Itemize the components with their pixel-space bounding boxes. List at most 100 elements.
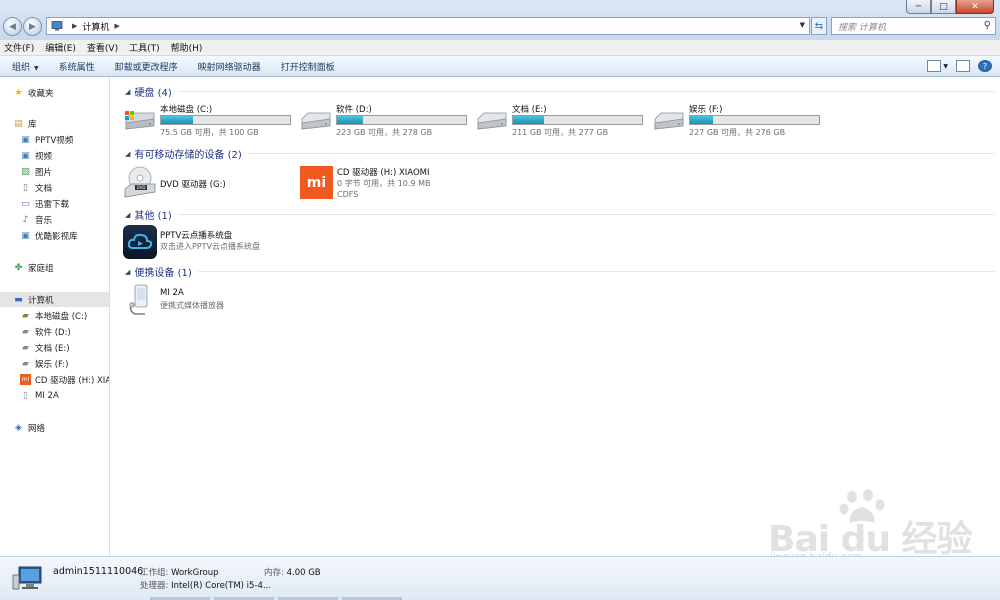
- network-icon: ◈: [15, 422, 22, 433]
- hard-drive-icon: ▰: [22, 326, 29, 337]
- breadcrumb-computer[interactable]: 计算机: [82, 20, 109, 33]
- sidebar-item-network[interactable]: ◈ 网络: [0, 420, 109, 435]
- menu-view[interactable]: 查看(V): [87, 41, 118, 54]
- map-drive-button[interactable]: 映射网络驱动器: [198, 60, 261, 73]
- sidebar-item-label: 图片: [35, 167, 53, 178]
- file-view: ◢ 硬盘 (4) 本地磁盘 (C:) 75.5 GB 可用，共 100 GB 软…: [111, 77, 1000, 556]
- sidebar-item-pictures[interactable]: ▨ 图片: [0, 164, 109, 179]
- sidebar-item-label: 软件 (D:): [35, 327, 71, 338]
- details-pane: admin1511110046 工作组: WorkGroup 内存: 4.00 …: [0, 556, 1000, 600]
- sidebar-item-drive-c[interactable]: ▰ 本地磁盘 (C:): [0, 308, 109, 323]
- drive-f[interactable]: 娱乐 (F:) 227 GB 可用，共 276 GB: [652, 103, 822, 137]
- search-input[interactable]: 搜索 计算机 ⚲: [831, 17, 996, 35]
- sidebar-item-documents[interactable]: ▯ 文档: [0, 180, 109, 195]
- memory-value: 4.00 GB: [286, 568, 321, 578]
- collapse-arrow-icon[interactable]: ◢: [125, 88, 130, 96]
- document-icon: ▯: [23, 182, 28, 193]
- computer-name: admin1511110046: [53, 566, 144, 577]
- maximize-button[interactable]: □: [931, 0, 956, 14]
- preview-pane-icon[interactable]: [956, 60, 970, 72]
- collapse-arrow-icon[interactable]: ◢: [125, 150, 130, 158]
- collapse-arrow-icon[interactable]: ◢: [125, 211, 130, 219]
- homegroup-icon: ✤: [14, 262, 23, 273]
- search-icon[interactable]: ⚲: [984, 20, 991, 31]
- sidebar-item-homegroup[interactable]: ✤ 家庭组: [0, 260, 109, 275]
- workgroup-info: 工作组: WorkGroup: [140, 566, 218, 578]
- back-button[interactable]: ◀: [3, 17, 22, 36]
- organize-button[interactable]: 组织 ▼: [12, 60, 39, 73]
- sidebar-item-youku[interactable]: ▣ 优酷影视库: [0, 228, 109, 243]
- sidebar-item-pptv-video[interactable]: ▣ PPTV视频: [0, 132, 109, 147]
- star-icon: ★: [14, 87, 23, 98]
- view-mode-icon[interactable]: [927, 60, 942, 72]
- sidebar-item-thunder-downloads[interactable]: ▭ 迅雷下载: [0, 196, 109, 211]
- video-icon: ▣: [21, 150, 30, 161]
- sidebar-item-drive-d[interactable]: ▰ 软件 (D:): [0, 324, 109, 339]
- menu-edit[interactable]: 编辑(E): [45, 41, 76, 54]
- drive-space-info: 223 GB 可用，共 278 GB: [336, 128, 433, 137]
- pptv-cloud-disk[interactable]: PPTV云点播系统盘 双击进入PPTV云点播系统盘: [123, 224, 323, 260]
- sidebar-item-computer[interactable]: ▬ 计算机: [0, 292, 109, 307]
- chevron-down-icon[interactable]: ▼: [943, 63, 948, 70]
- help-icon[interactable]: ?: [978, 60, 992, 72]
- uninstall-button[interactable]: 卸载或更改程序: [115, 60, 178, 73]
- media-player-icon: [129, 284, 148, 315]
- item-description: 双击进入PPTV云点播系统盘: [160, 242, 261, 251]
- chevron-down-icon: ▼: [34, 64, 39, 72]
- menu-tools[interactable]: 工具(T): [129, 41, 160, 54]
- item-name: DVD 驱动器 (G:): [160, 180, 226, 190]
- cd-drive-h-xiaomi[interactable]: mi CD 驱动器 (H:) XIAOMI 0 字节 可用，共 10.9 MB …: [300, 165, 500, 201]
- group-header-removable[interactable]: ◢ 有可移动存储的设备 (2): [125, 146, 995, 161]
- drive-usage-bar: [689, 115, 820, 125]
- drive-c[interactable]: 本地磁盘 (C:) 75.5 GB 可用，共 100 GB: [123, 103, 293, 137]
- minimize-button[interactable]: ─: [906, 0, 931, 14]
- window-controls: ─ □ ✕: [906, 0, 994, 14]
- menu-help[interactable]: 帮助(H): [171, 41, 203, 54]
- drive-d[interactable]: 软件 (D:) 223 GB 可用，共 278 GB: [299, 103, 469, 137]
- mi2a-device[interactable]: MI 2A 便携式媒体播放器: [123, 283, 323, 319]
- system-properties-button[interactable]: 系统属性: [59, 60, 95, 73]
- group-header-other[interactable]: ◢ 其他 (1): [125, 207, 995, 222]
- workgroup-label: 工作组:: [140, 568, 169, 578]
- sidebar-item-label: 娱乐 (F:): [35, 359, 69, 370]
- dvd-drive-g[interactable]: DVD DVD 驱动器 (G:): [123, 165, 263, 201]
- forward-button[interactable]: ▶: [23, 17, 42, 36]
- breadcrumb-separator[interactable]: ▶: [114, 22, 119, 30]
- music-icon: ♪: [22, 214, 29, 225]
- drive-space-info: 211 GB 可用，共 277 GB: [512, 128, 609, 137]
- sidebar-item-mi2a[interactable]: ▯ MI 2A: [0, 388, 109, 403]
- sidebar-item-music[interactable]: ♪ 音乐: [0, 212, 109, 227]
- address-bar[interactable]: ▶ 计算机 ▶ ▼: [46, 17, 810, 35]
- control-panel-button[interactable]: 打开控制面板: [281, 60, 335, 73]
- view-controls: ▼ ?: [919, 60, 992, 72]
- processor-value: Intel(R) Core(TM) i5-4...: [171, 581, 272, 591]
- breadcrumb-separator[interactable]: ▶: [72, 22, 77, 30]
- drive-usage-fill: [337, 116, 363, 124]
- sidebar-item-label: PPTV视频: [35, 135, 74, 146]
- sidebar-item-videos[interactable]: ▣ 视频: [0, 148, 109, 163]
- drive-name: 软件 (D:): [336, 105, 372, 115]
- group-header-hard-disks[interactable]: ◢ 硬盘 (4): [125, 84, 995, 99]
- item-name: CD 驱动器 (H:) XIAOMI: [337, 168, 430, 178]
- sidebar-item-label: 库: [28, 119, 37, 130]
- sidebar-item-drive-f[interactable]: ▰ 娱乐 (F:): [0, 356, 109, 371]
- refresh-button[interactable]: ⇆: [811, 17, 827, 35]
- sidebar-item-drive-h[interactable]: mi CD 驱动器 (H:) XIAOMI: [0, 372, 109, 387]
- sidebar-item-drive-e[interactable]: ▰ 文档 (E:): [0, 340, 109, 355]
- sidebar-item-libraries[interactable]: ▤ 库: [0, 116, 109, 131]
- group-divider: [177, 91, 995, 92]
- mi-logo-icon: mi: [20, 374, 31, 385]
- group-header-portable[interactable]: ◢ 便携设备 (1): [125, 264, 995, 279]
- close-button[interactable]: ✕: [956, 0, 994, 14]
- menu-file[interactable]: 文件(F): [4, 41, 34, 54]
- sidebar-item-favorites[interactable]: ★ 收藏夹: [0, 85, 109, 100]
- drive-e[interactable]: 文档 (E:) 211 GB 可用，共 277 GB: [475, 103, 645, 137]
- drive-usage-fill: [161, 116, 193, 124]
- folder-icon: ▭: [21, 198, 30, 209]
- navigation-pane: ★ 收藏夹 ▤ 库 ▣ PPTV视频 ▣ 视频 ▨ 图片 ▯ 文档 ▭ 迅雷下载 ♪ 音乐 ▣ 优…: [0, 77, 110, 556]
- group-divider: [247, 153, 995, 154]
- group-title: 有可移动存储的设备 (2): [134, 150, 242, 161]
- sidebar-item-label: 优酷影视库: [35, 231, 78, 242]
- collapse-arrow-icon[interactable]: ◢: [125, 268, 130, 276]
- address-dropdown-icon[interactable]: ▼: [800, 21, 805, 29]
